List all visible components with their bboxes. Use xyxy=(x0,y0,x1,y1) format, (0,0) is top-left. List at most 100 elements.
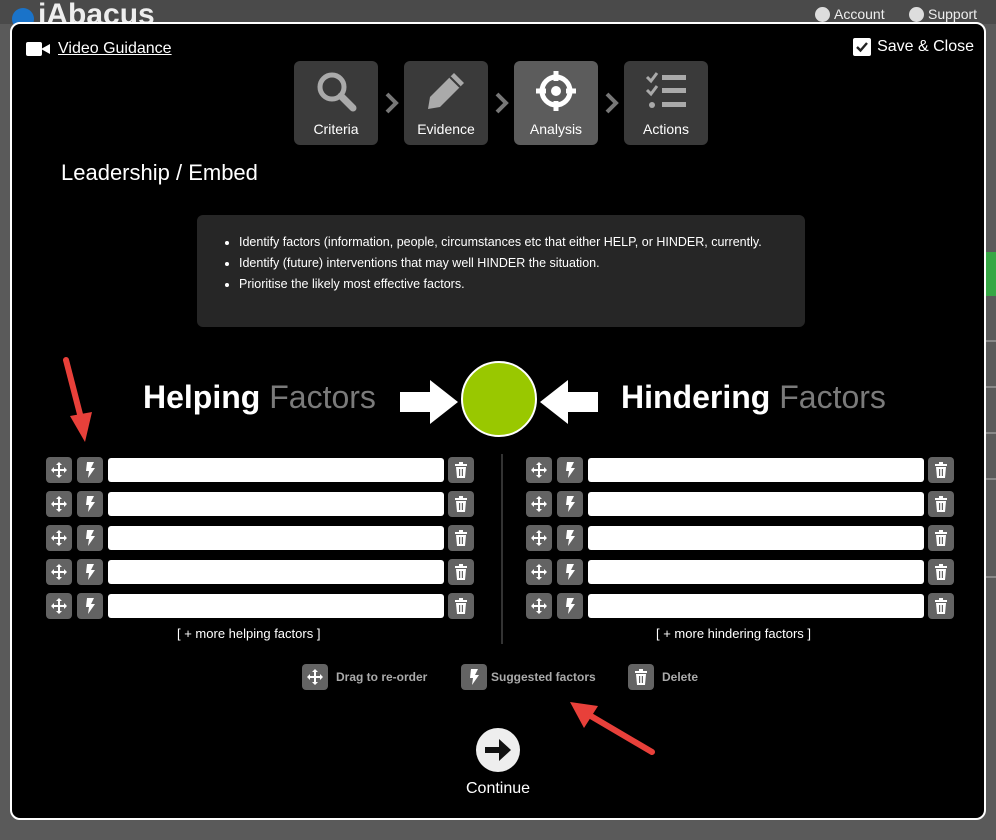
step-evidence[interactable]: Evidence xyxy=(404,61,488,145)
lightning-icon xyxy=(566,530,575,546)
lifebuoy-icon xyxy=(909,6,924,22)
helping-factor-input[interactable] xyxy=(108,526,444,550)
checklist-icon xyxy=(645,72,686,108)
delete-button[interactable] xyxy=(928,491,954,517)
suggested-factors-button[interactable] xyxy=(77,491,103,517)
chevron-right-icon xyxy=(385,92,399,114)
move-icon xyxy=(531,530,547,546)
trash-icon xyxy=(935,496,947,512)
suggested-factors-button[interactable] xyxy=(77,593,103,619)
delete-button[interactable] xyxy=(448,457,474,483)
drag-handle[interactable] xyxy=(526,593,552,619)
arrow-left-icon xyxy=(540,380,598,424)
move-icon xyxy=(51,530,67,546)
trash-icon xyxy=(935,462,947,478)
lightning-icon xyxy=(566,564,575,580)
hindering-factor-input[interactable] xyxy=(588,560,924,584)
hindering-factor-input[interactable] xyxy=(588,492,924,516)
lightning-icon xyxy=(566,598,575,614)
drag-handle[interactable] xyxy=(526,457,552,483)
save-close-button[interactable]: Save & Close xyxy=(853,38,974,56)
step-actions[interactable]: Actions xyxy=(624,61,708,145)
helping-factor-input[interactable] xyxy=(108,492,444,516)
legend-delete: Delete xyxy=(628,664,698,690)
trash-icon xyxy=(935,530,947,546)
support-link[interactable]: Support xyxy=(909,6,977,22)
instruction-item: Identify (future) interventions that may… xyxy=(239,253,805,274)
drag-handle[interactable] xyxy=(46,525,72,551)
delete-button[interactable] xyxy=(448,593,474,619)
lightning-icon xyxy=(86,496,95,512)
account-link[interactable]: Account xyxy=(815,6,885,22)
suggested-factors-button[interactable] xyxy=(77,559,103,585)
hindering-factor-input[interactable] xyxy=(588,594,924,618)
delete-button[interactable] xyxy=(448,559,474,585)
hindering-factor-input[interactable] xyxy=(588,526,924,550)
hindering-factors-heading: Hindering Factors xyxy=(621,379,886,415)
helping-factor-input[interactable] xyxy=(108,458,444,482)
drag-handle[interactable] xyxy=(46,457,72,483)
lightning-icon xyxy=(86,462,95,478)
helping-factor-input[interactable] xyxy=(108,594,444,618)
instruction-item: Identify factors (information, people, c… xyxy=(239,232,805,253)
move-icon xyxy=(51,598,67,614)
drag-handle[interactable] xyxy=(526,491,552,517)
suggested-factors-button[interactable] xyxy=(77,457,103,483)
video-guidance-link[interactable]: Video Guidance xyxy=(26,40,172,58)
more-hindering-factors-link[interactable]: [ + more hindering factors ] xyxy=(656,626,811,641)
drag-handle[interactable] xyxy=(46,593,72,619)
suggested-factors-button[interactable] xyxy=(557,457,583,483)
annotation-arrow xyxy=(570,702,655,755)
move-icon xyxy=(302,664,328,690)
move-icon xyxy=(51,462,67,478)
drag-handle[interactable] xyxy=(526,525,552,551)
legend-drag: Drag to re-order xyxy=(302,664,427,690)
delete-button[interactable] xyxy=(928,559,954,585)
app-header: iAbacus Account Support xyxy=(0,0,996,24)
helping-factor-input[interactable] xyxy=(108,560,444,584)
section-title: Leadership / Embed xyxy=(61,160,258,185)
continue-button[interactable]: Continue xyxy=(466,728,530,798)
instructions-panel: Identify factors (information, people, c… xyxy=(197,215,805,327)
background-divider xyxy=(986,576,996,578)
app-logo[interactable]: iAbacus xyxy=(12,2,155,24)
suggested-factors-button[interactable] xyxy=(557,593,583,619)
instruction-item: Prioritise the likely most effective fac… xyxy=(239,274,805,295)
trash-icon xyxy=(455,564,467,580)
drag-handle[interactable] xyxy=(46,491,72,517)
lightning-icon xyxy=(566,496,575,512)
delete-button[interactable] xyxy=(448,491,474,517)
arrow-right-icon xyxy=(400,380,458,424)
drag-handle[interactable] xyxy=(46,559,72,585)
suggested-factors-button[interactable] xyxy=(77,525,103,551)
delete-button[interactable] xyxy=(928,525,954,551)
suggested-factors-button[interactable] xyxy=(557,559,583,585)
crosshair-icon xyxy=(536,71,576,111)
trash-icon xyxy=(455,462,467,478)
delete-button[interactable] xyxy=(928,593,954,619)
step-analysis[interactable]: Analysis xyxy=(514,61,598,145)
suggested-factors-button[interactable] xyxy=(557,491,583,517)
more-helping-factors-link[interactable]: [ + more helping factors ] xyxy=(177,626,320,641)
delete-button[interactable] xyxy=(448,525,474,551)
trash-icon xyxy=(628,664,654,690)
move-icon xyxy=(531,598,547,614)
trash-icon xyxy=(935,564,947,580)
background-divider xyxy=(986,432,996,434)
search-icon xyxy=(317,72,357,112)
legend-suggested: Suggested factors xyxy=(461,664,596,690)
drag-handle[interactable] xyxy=(526,559,552,585)
step-criteria[interactable]: Criteria xyxy=(294,61,378,145)
trash-icon xyxy=(455,496,467,512)
lightning-icon xyxy=(86,598,95,614)
delete-button[interactable] xyxy=(928,457,954,483)
move-icon xyxy=(531,564,547,580)
suggested-factors-button[interactable] xyxy=(557,525,583,551)
background-divider xyxy=(986,386,996,388)
trash-icon xyxy=(935,598,947,614)
video-camera-icon xyxy=(26,41,50,57)
move-icon xyxy=(51,564,67,580)
arrow-right-circle-icon xyxy=(476,728,520,772)
hindering-factor-input[interactable] xyxy=(588,458,924,482)
background-divider xyxy=(986,478,996,480)
